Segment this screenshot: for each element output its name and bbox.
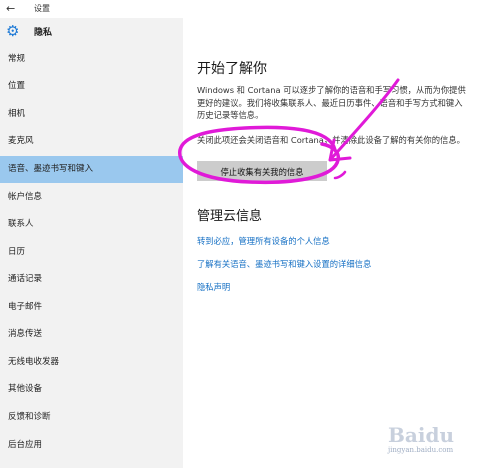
title-bar: ← 设置 — [0, 0, 500, 18]
sidebar-item-radios[interactable]: 无线电收发器 — [0, 349, 183, 376]
sidebar-item-email[interactable]: 电子邮件 — [0, 294, 183, 321]
window-title: 设置 — [34, 4, 50, 13]
sidebar-item-microphone[interactable]: 麦克风 — [0, 128, 183, 155]
description-text: Windows 和 Cortana 可以逐步了解你的语音和手写习惯，从而为你提供… — [197, 85, 466, 120]
privacy-statement-link[interactable]: 隐私声明 — [197, 281, 230, 293]
main-content: 开始了解你 Windows 和 Cortana 可以逐步了解你的语音和手写习惯，… — [183, 18, 500, 468]
sidebar-item-feedback-diagnostics[interactable]: 反馈和诊断 — [0, 404, 183, 431]
learn-more-link[interactable]: 了解有关语音、墨迹书写和键入设置的详细信息 — [197, 258, 371, 270]
sidebar-item-background-apps[interactable]: 后台应用 — [0, 432, 183, 459]
sidebar-item-location[interactable]: 位置 — [0, 73, 183, 100]
section-title: 隐私 — [34, 28, 53, 38]
sidebar-item-camera[interactable]: 相机 — [0, 101, 183, 128]
sidebar-item-call-history[interactable]: 通话记录 — [0, 266, 183, 293]
page-heading: 开始了解你 — [197, 61, 267, 77]
baidu-watermark: Baidu jingyan.baidu.com — [388, 423, 454, 454]
sidebar-item-calendar[interactable]: 日历 — [0, 239, 183, 266]
cloud-info-heading: 管理云信息 — [197, 209, 263, 224]
gear-icon: ⚙ — [6, 22, 20, 40]
bing-manage-link[interactable]: 转到必应，管理所有设备的个人信息 — [197, 235, 330, 247]
sidebar-header: ⚙ 隐私 — [0, 18, 183, 46]
sidebar-item-speech-inking-typing[interactable]: 语音、墨迹书写和键入 — [0, 156, 183, 183]
sidebar-item-other-devices[interactable]: 其他设备 — [0, 376, 183, 403]
back-arrow-icon[interactable]: ← — [6, 0, 22, 18]
sidebar-item-messaging[interactable]: 消息传送 — [0, 321, 183, 348]
stop-collecting-button[interactable]: 停止收集有关我的信息 — [197, 161, 327, 181]
sidebar-item-general[interactable]: 常规 — [0, 46, 183, 73]
sidebar-item-account-info[interactable]: 帐户信息 — [0, 184, 183, 211]
warning-text: 关闭此项还会关闭语音和 Cortana，并清除此设备了解的有关你的信息。 — [197, 135, 465, 145]
sidebar-item-contacts[interactable]: 联系人 — [0, 211, 183, 238]
sidebar: ⚙ 隐私 常规 位置 相机 麦克风 语音、墨迹书写和键入 帐户信息 联系人 日历… — [0, 18, 183, 468]
